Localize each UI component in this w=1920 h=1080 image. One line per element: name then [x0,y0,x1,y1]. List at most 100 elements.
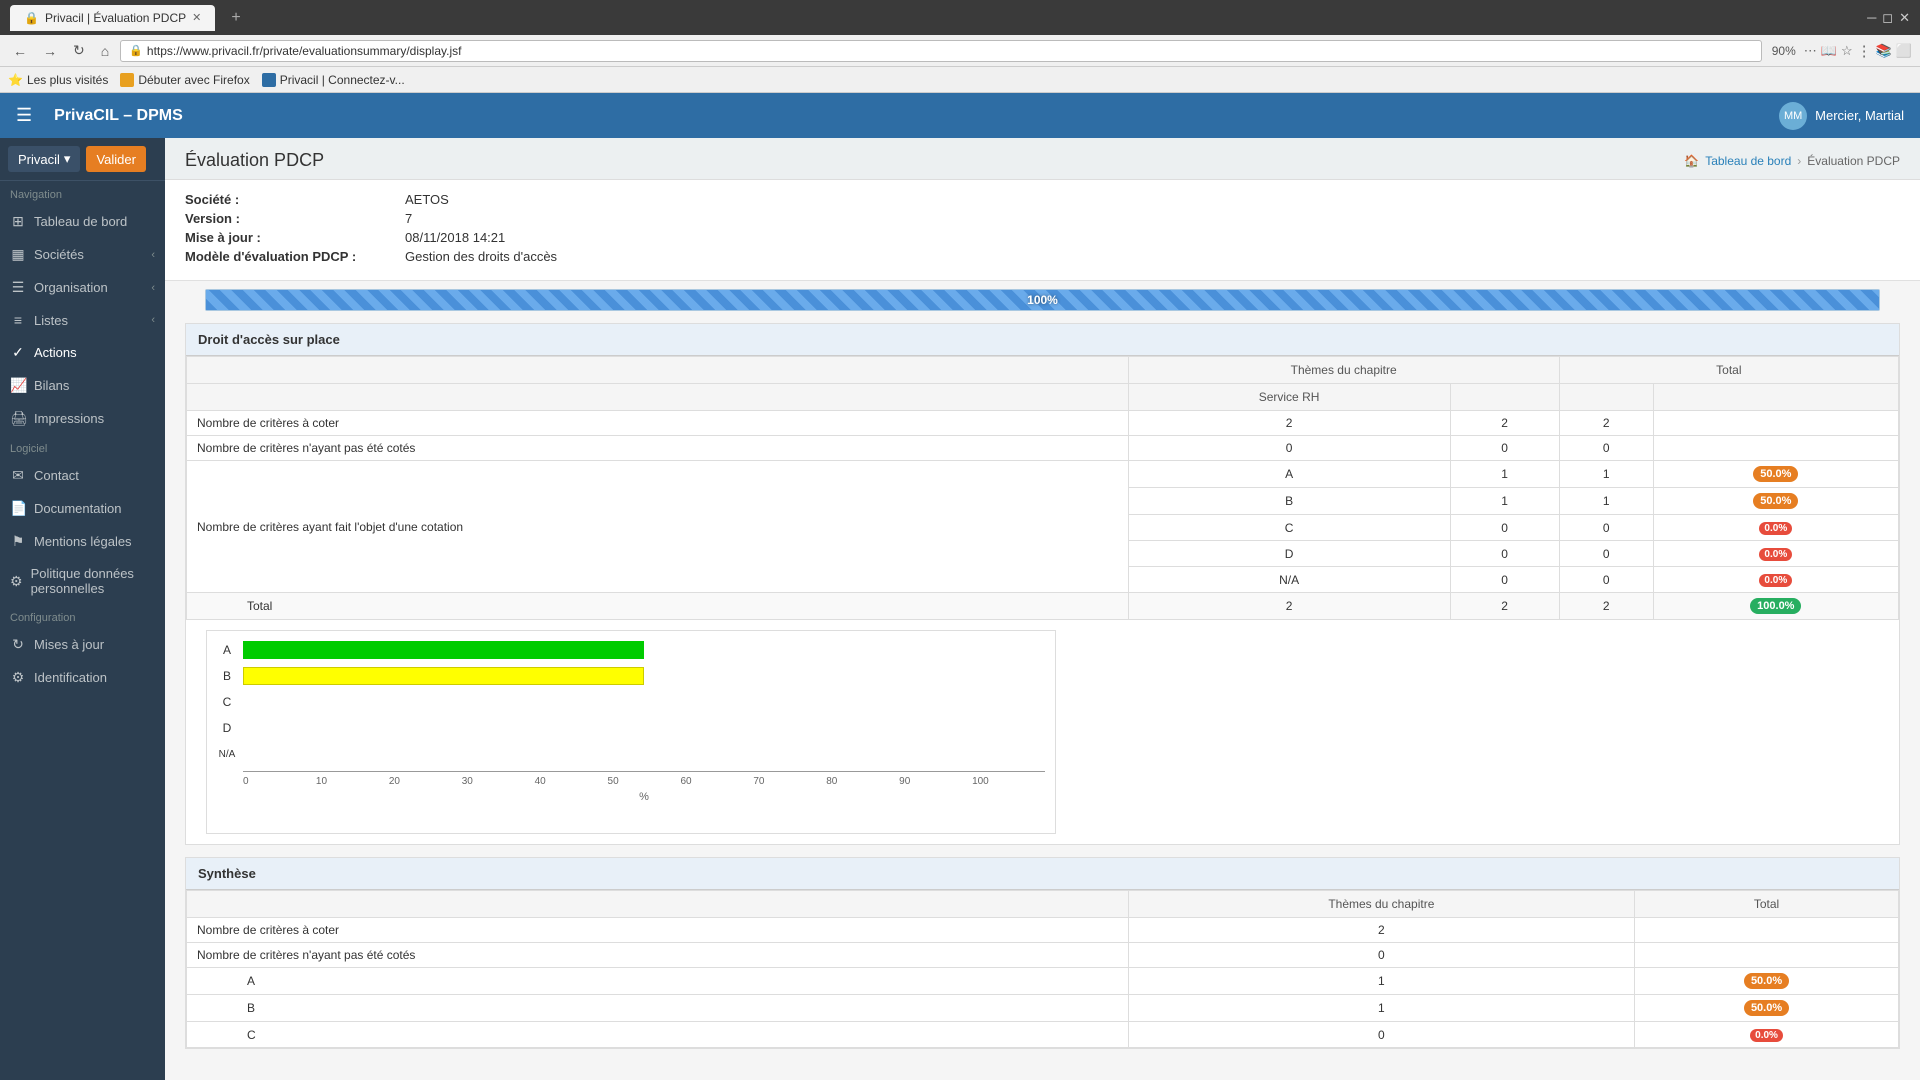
s-a-badge-cell: 50.0% [1635,968,1899,995]
lock-icon: 🔒 [129,44,143,57]
validate-btn[interactable]: Valider [86,146,146,172]
bookmark-label: Privacil | Connectez-v... [280,73,405,87]
bookmark-firefox[interactable]: Débuter avec Firefox [120,73,249,87]
app-layout: ☰ PrivaCIL – DPMS MM Mercier, Martial Pr… [0,93,1920,1080]
total-row-val2: 2 [1450,593,1559,620]
table-synthese: Thèmes du chapitre Total Nombre de critè… [186,890,1899,1048]
criteres-coter-total: 2 [1559,411,1653,436]
sidebar-brand-btn[interactable]: Privacil ▾ [8,146,80,172]
sidebar-label-listes: Listes [34,313,68,328]
sidebar-label-tableau-bord: Tableau de bord [34,214,127,229]
criteres-coter-val: 2 [1128,411,1450,436]
na-total: 0 [1559,567,1653,593]
restore-btn[interactable]: ◻ [1882,10,1893,26]
more-btn[interactable]: ⋯ [1804,43,1817,59]
criteres-coter-label: Nombre de critères à coter [187,411,1129,436]
th-empty-s [187,891,1129,918]
browser-chrome: 🔒 Privacil | Évaluation PDCP ✕ + ─ ◻ ✕ [0,0,1920,35]
config-section-label: Configuration [0,604,165,628]
s-criteres-non-cotes-label: Nombre de critères n'ayant pas été cotés [187,943,1129,968]
info-row-version: Version : 7 [185,211,1900,226]
browser-tab[interactable]: 🔒 Privacil | Évaluation PDCP ✕ [10,5,215,31]
table-row: Nombre de critères ayant fait l'objet d'… [187,461,1899,488]
table-droit-acces: Thèmes du chapitre Total Service RH [186,356,1899,620]
bookmark-icon[interactable]: ☆ [1841,43,1853,59]
close-btn[interactable]: ✕ [1899,10,1910,26]
sidebar-item-societes[interactable]: ▦ Sociétés ‹ [0,238,165,271]
sidebar-item-politique[interactable]: ⚙ Politique données personnelles [0,558,165,604]
s-criteres-coter-label: Nombre de critères à coter [187,918,1129,943]
na-label: N/A [1128,567,1450,593]
browser-nav-bar: ← → ↻ ⌂ 🔒 https://www.privacil.fr/privat… [0,35,1920,67]
na-badge: 0.0% [1759,574,1792,587]
sidebar-item-bilans[interactable]: 📈 Bilans [0,369,165,402]
actions-icon: ✓ [10,344,26,361]
chart-bar-container-na [243,745,1045,763]
sidebar-item-mises-jour[interactable]: ↻ Mises à jour [0,628,165,661]
sidebar-item-tableau-bord[interactable]: ⊞ Tableau de bord [0,205,165,238]
sidebar-item-documentation[interactable]: 📄 Documentation [0,492,165,525]
new-tab-btn[interactable]: + [223,5,248,31]
chart-label-a: A [217,643,237,657]
info-row-maj: Mise à jour : 08/11/2018 14:21 [185,230,1900,245]
breadcrumb-home-link[interactable]: Tableau de bord [1705,154,1791,168]
chevron-icon: ‹ [151,314,155,326]
sidebar-item-identification[interactable]: ⚙ Identification [0,661,165,694]
sidebar-item-contact[interactable]: ✉ Contact [0,459,165,492]
forward-btn[interactable]: → [38,41,62,61]
section-header-droit-acces: Droit d'accès sur place [186,324,1899,356]
bookmark-most-visited[interactable]: ⭐ Les plus visités [8,73,108,87]
reader-icon[interactable]: 📖 [1821,43,1837,59]
chart-row-c: C [217,693,1045,711]
sidebar-label-documentation: Documentation [34,501,121,516]
library-icon[interactable]: 📚 [1876,43,1892,59]
b-label: B [1128,488,1450,515]
browser-extras: 90% ⋯ 📖 ☆ ⋮ 📚 ⬜ [1768,42,1912,60]
b-badge: 50.0% [1753,493,1798,509]
address-bar[interactable]: 🔒 https://www.privacil.fr/private/evalua… [120,40,1762,62]
sidebar-item-organisation[interactable]: ☰ Organisation ‹ [0,271,165,304]
d-total: 0 [1559,541,1653,567]
back-btn[interactable]: ← [8,41,32,61]
sidebar-label-mentions: Mentions légales [34,534,132,549]
table-row: C 0 0.0% [187,1022,1899,1048]
avatar: MM [1779,102,1807,130]
s-b-val: 1 [1128,995,1635,1022]
sidebar-item-mentions[interactable]: ⚑ Mentions légales [0,525,165,558]
sidebar-item-actions[interactable]: ✓ Actions [0,336,165,369]
na-val: 0 [1450,567,1559,593]
maj-label: Mise à jour : [185,230,405,245]
maj-value: 08/11/2018 14:21 [405,230,505,245]
modele-value: Gestion des droits d'accès [405,249,557,264]
b-total: 1 [1559,488,1653,515]
sidebar-item-impressions[interactable]: 🖨 Impressions [0,402,165,435]
synced-tabs-icon[interactable]: ⬜ [1896,43,1912,59]
minimize-btn[interactable]: ─ [1867,10,1876,26]
sidebar-panel-icon[interactable]: ⋮ [1857,42,1872,60]
privacil-favicon [262,73,276,87]
th-total-s: Total [1635,891,1899,918]
zoom-level: 90% [1768,44,1800,58]
section-droit-acces: Droit d'accès sur place Thèmes du chapit… [185,323,1900,845]
criteres-non-cotes-label: Nombre de critères n'ayant pas été cotés [187,436,1129,461]
main-area: Privacil ▾ Valider Navigation ⊞ Tableau … [0,138,1920,1080]
sidebar-item-listes[interactable]: ≡ Listes ‹ [0,304,165,336]
menu-toggle-btn[interactable]: ☰ [16,105,32,126]
sidebar-label-bilans: Bilans [34,378,69,393]
table-row: Nombre de critères n'ayant pas été cotés… [187,436,1899,461]
bookmark-privacil[interactable]: Privacil | Connectez-v... [262,73,405,87]
chart-row-b: B [217,667,1045,685]
bookmarks-bar: ⭐ Les plus visités Débuter avec Firefox … [0,67,1920,93]
a-badge: 50.0% [1753,466,1798,482]
progress-section: 100% [185,289,1900,311]
reload-btn[interactable]: ↻ [68,40,90,61]
a-total: 1 [1559,461,1653,488]
criteres-non-cotes-val: 0 [1128,436,1450,461]
c-badge-cell: 0.0% [1653,515,1898,541]
home-btn[interactable]: ⌂ [96,41,114,61]
tab-close-btn[interactable]: ✕ [192,11,201,24]
s-a-label: A [187,968,1129,995]
s-b-label: B [187,995,1129,1022]
chart-bar-container-d [243,719,1045,737]
sidebar-label-mises-jour: Mises à jour [34,637,104,652]
